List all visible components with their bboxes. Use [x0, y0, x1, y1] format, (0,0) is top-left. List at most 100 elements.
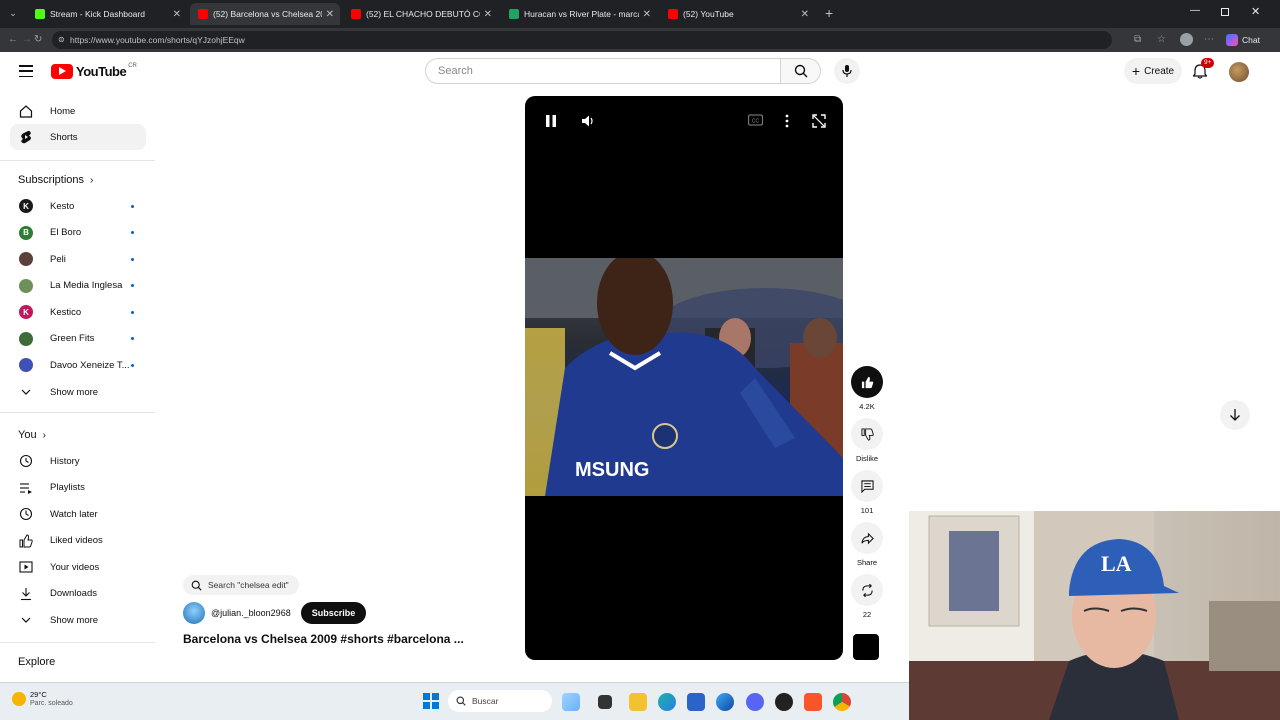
restore-icon[interactable] [1221, 8, 1229, 16]
tab-close-icon[interactable]: ✕ [173, 9, 181, 20]
sidebar-item-playlists[interactable]: Playlists [10, 475, 146, 501]
sidebar-item-home[interactable]: Home [10, 98, 146, 124]
browser-tab[interactable]: (52) YouTube ✕ [660, 3, 815, 25]
taskbar-app-icon[interactable] [562, 693, 580, 711]
like-count: 4.2K [859, 402, 875, 411]
short-title[interactable]: Barcelona vs Chelsea 2009 #shorts #barce… [183, 632, 464, 646]
volume-button[interactable] [581, 114, 595, 128]
sidebar-subscription-item[interactable]: K Kestico [10, 299, 146, 325]
divider [0, 412, 155, 413]
sidebar-subscription-item[interactable]: Green Fits [10, 326, 146, 352]
create-button[interactable]: + Create [1124, 58, 1182, 84]
captions-icon: CC [748, 114, 763, 126]
forward-icon[interactable]: → [22, 33, 32, 47]
next-video-button[interactable] [1220, 400, 1250, 430]
browser-tab[interactable]: (52) EL CHACHO DEBUTÓ CON VI ✕ [343, 3, 498, 25]
new-tab-icon[interactable]: + [825, 5, 833, 21]
taskbar-search[interactable]: Buscar [448, 690, 552, 712]
sidebar-subscription-item[interactable]: Davoo Xeneize T... [10, 352, 146, 378]
browser-menu-icon[interactable]: ⋯ [1204, 33, 1214, 47]
sidebar-item-liked-videos[interactable]: Liked videos [10, 528, 146, 554]
close-window-icon[interactable]: ✕ [1251, 5, 1260, 18]
search-input[interactable]: Search [425, 58, 781, 84]
weather-widget[interactable]: 29°C Parc. soleado [12, 690, 73, 708]
fullscreen-icon [812, 114, 826, 128]
shorts-icon [18, 129, 34, 145]
search-button[interactable] [781, 58, 821, 84]
edge-dev-icon[interactable] [716, 693, 734, 711]
volume-icon [582, 115, 593, 127]
browser-tab[interactable]: Huracan vs River Plate - marcador ✕ [501, 3, 657, 25]
tab-close-icon[interactable]: ✕ [643, 9, 651, 20]
you-header[interactable]: You › [18, 429, 46, 441]
more-options-button[interactable] [784, 114, 790, 128]
sidebar-show-more-subscriptions[interactable]: Show more [10, 379, 146, 405]
sidebar-subscription-item[interactable]: La Media Inglesa [10, 273, 146, 299]
site-info-icon[interactable]: ⊜ [58, 31, 65, 49]
subscribe-button[interactable]: Subscribe [300, 602, 367, 624]
browser-tab[interactable]: (52) Barcelona vs Chelsea 200 ✕ [190, 3, 340, 25]
back-icon[interactable]: ← [8, 33, 18, 47]
tab-close-icon[interactable]: ✕ [326, 9, 334, 20]
channel-avatar[interactable] [183, 602, 205, 624]
remix-button[interactable]: 22 [851, 574, 883, 619]
taskbar-search-label: Buscar [472, 696, 499, 706]
shorts-video-player[interactable]: CC MSUNG [525, 96, 843, 660]
sidebar-item-your-videos[interactable]: Your videos [10, 554, 146, 580]
sidebar-item-history[interactable]: History [10, 448, 146, 474]
store-icon[interactable] [687, 693, 705, 711]
sidebar-subscription-item[interactable]: K Kesto [10, 193, 146, 219]
share-icon [860, 532, 874, 544]
tab-list-icon[interactable]: ⌄ [6, 6, 20, 20]
fullscreen-button[interactable] [812, 114, 826, 128]
subscribe-label: Subscribe [311, 608, 356, 618]
url-field[interactable]: ⊜ https://www.youtube.com/shorts/qYJzohj… [52, 31, 1112, 49]
browser-tab[interactable]: Stream - Kick Dashboard ✕ [27, 3, 187, 25]
share-label: Share [856, 558, 877, 567]
obs-icon[interactable] [775, 693, 793, 711]
tab-title: Stream - Kick Dashboard [50, 9, 145, 19]
extensions-icon[interactable]: ⧉ [1134, 33, 1141, 47]
subscriptions-header[interactable]: Subscriptions › [18, 174, 93, 186]
chrome-icon[interactable] [833, 693, 851, 711]
comments-button[interactable]: 101 [851, 470, 883, 515]
sidebar-subscription-item[interactable]: Peli [10, 246, 146, 272]
sidebar-item-watch-later[interactable]: Watch later [10, 501, 146, 527]
favorites-icon[interactable]: ☆ [1157, 33, 1166, 47]
share-button[interactable]: Share [851, 522, 883, 567]
voice-search-button[interactable] [834, 58, 860, 84]
weather-temp: 29°C [30, 690, 47, 699]
sidebar-item-downloads[interactable]: Downloads [10, 581, 146, 607]
profile-avatar[interactable] [1180, 33, 1193, 46]
edge-icon[interactable] [658, 693, 676, 711]
sidebar-subscription-item[interactable]: B El Boro [10, 220, 146, 246]
sidebar-show-more-you[interactable]: Show more [10, 607, 146, 633]
like-button[interactable]: 4.2K [851, 366, 883, 411]
account-avatar[interactable] [1229, 62, 1249, 82]
minimize-icon[interactable]: — [1190, 5, 1200, 16]
hamburger-menu-icon[interactable] [19, 65, 33, 77]
tab-close-icon[interactable]: ✕ [484, 9, 492, 20]
youtube-logo[interactable]: YouTube CR [51, 63, 137, 79]
channel-avatar [19, 252, 33, 266]
captions-button[interactable]: CC [748, 114, 763, 126]
related-search-chip[interactable]: Search "chelsea edit" [183, 575, 299, 595]
notifications-button[interactable]: 9+ [1193, 58, 1215, 80]
task-view-icon[interactable] [598, 695, 612, 709]
file-explorer-icon[interactable] [629, 693, 647, 711]
brave-icon[interactable] [804, 693, 822, 711]
reload-icon[interactable]: ↻ [34, 33, 42, 47]
tab-close-icon[interactable]: ✕ [801, 9, 809, 20]
copilot-chat-button[interactable]: Chat [1226, 32, 1260, 48]
pause-button[interactable] [545, 114, 557, 128]
sidebar-item-shorts[interactable]: Shorts [10, 124, 146, 150]
dislike-button[interactable]: Dislike [851, 418, 883, 463]
copilot-icon [1226, 34, 1238, 46]
tab-favicon-icon [668, 9, 678, 19]
sound-thumbnail[interactable] [853, 634, 879, 660]
discord-icon[interactable] [746, 693, 764, 711]
you-title: You [18, 429, 37, 441]
new-content-dot [131, 363, 134, 367]
start-button[interactable] [423, 693, 439, 709]
channel-name[interactable]: @julian._bloon2968 [211, 608, 291, 618]
